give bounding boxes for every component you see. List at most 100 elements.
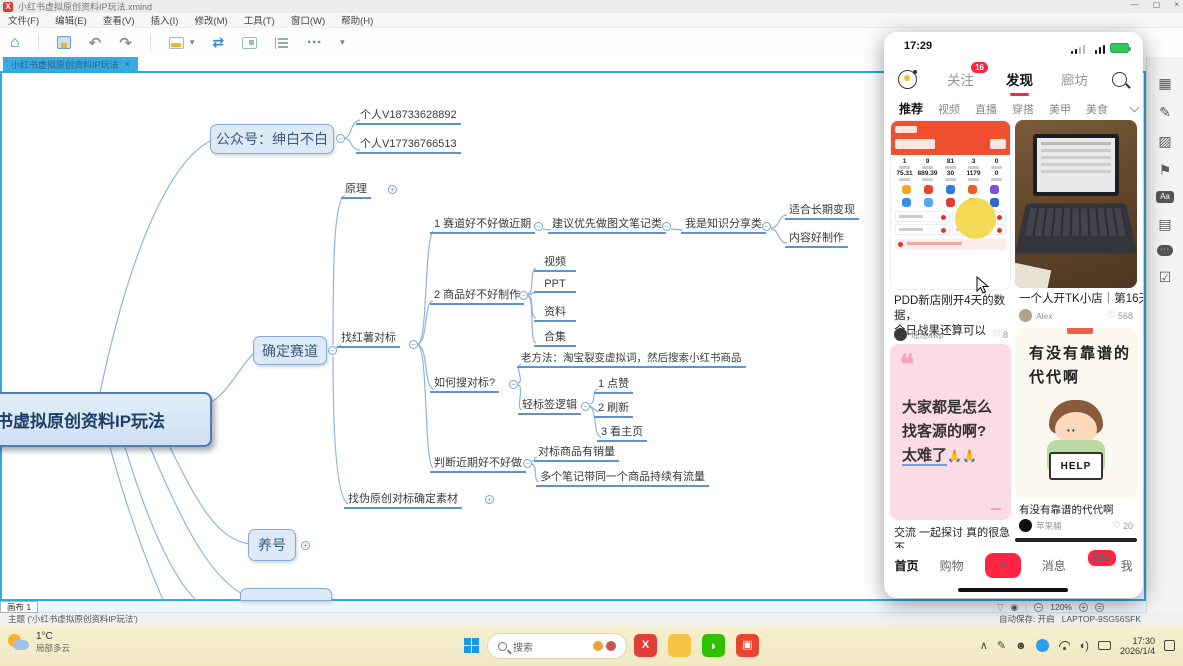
outline-icon[interactable] xyxy=(275,37,289,49)
mindmap-node-kanzhuye[interactable]: 3 看主页 xyxy=(597,423,647,442)
mindmap-node-zhishi[interactable]: 我是知识分享类 xyxy=(681,215,766,234)
feed-card-tk-image[interactable] xyxy=(1015,120,1137,288)
mindmap-node-shangpin[interactable]: 2 商品好不好制作 xyxy=(430,286,524,305)
document-tab[interactable]: 小红书虚拟原创资料IP玩法 × xyxy=(3,57,138,71)
expand-icon[interactable] xyxy=(301,541,310,550)
heart-icon[interactable]: ♡ xyxy=(1113,520,1121,531)
search-icon[interactable] xyxy=(1112,72,1127,87)
marker-flag-icon[interactable]: ⚑ xyxy=(1156,162,1174,178)
mindmap-node-gongzhonghao[interactable]: 公众号：绅白不白 xyxy=(210,124,334,154)
redo-icon[interactable]: ↷ xyxy=(119,34,132,52)
tab-live[interactable]: 直播 xyxy=(975,101,997,117)
nav-home[interactable]: 首页 xyxy=(895,557,919,574)
feed-card-pdd-image[interactable]: 198130 75.31889.393011790 xyxy=(890,120,1011,290)
mindmap-node-duibiao[interactable]: 对标商品有销量 xyxy=(534,443,619,462)
mindmap-node-ruhe[interactable]: 如何搜对标? xyxy=(430,374,499,393)
menu-file[interactable]: 文件(F) xyxy=(8,13,39,27)
tab-video[interactable]: 视频 xyxy=(938,101,960,117)
mindmap-node-panduan[interactable]: 判断近期好不好做 xyxy=(430,454,526,473)
feed-card-help-title[interactable]: 有没有靠谱的代代啊 xyxy=(1019,503,1137,518)
save-icon[interactable] xyxy=(57,36,71,49)
tab-outfit[interactable]: 穿搭 xyxy=(1012,101,1034,117)
start-button[interactable] xyxy=(464,638,479,653)
sheet-icon[interactable] xyxy=(169,37,184,49)
feed-card-tk-title[interactable]: 一个人开TK小店｜第16天 xyxy=(1019,292,1135,307)
people-icon[interactable]: ☻ xyxy=(1015,640,1027,652)
more-icon[interactable]: ··· xyxy=(307,34,322,51)
feed-card-pdd-author[interactable]: 瑶瑶awp ♡8 xyxy=(894,328,1008,341)
mindmap-node-shipin[interactable]: 视频 xyxy=(534,253,576,272)
wifi-icon[interactable] xyxy=(1058,641,1070,650)
sheet-tab[interactable]: 画布 1 xyxy=(0,601,38,613)
menu-view[interactable]: 查看(V) xyxy=(103,13,135,27)
mindmap-node-v2[interactable]: 个人V17736766513 xyxy=(356,135,461,154)
mindmap-node-shuaxin[interactable]: 2 刷新 xyxy=(594,399,633,418)
collapse-icon[interactable] xyxy=(762,222,771,231)
toolbar-dropdown-icon[interactable]: ▾ xyxy=(340,37,345,48)
tab-nails[interactable]: 美甲 xyxy=(1049,101,1071,117)
note-icon[interactable]: ▤ xyxy=(1156,216,1174,232)
tab-discover[interactable]: 发现 xyxy=(1006,69,1033,89)
pitch-mode-icon[interactable]: ◉ xyxy=(1011,602,1018,613)
tab-follow[interactable]: 关注 16 xyxy=(947,69,974,89)
menu-edit[interactable]: 编辑(E) xyxy=(55,13,87,27)
taskbar-app-xiaohongshu[interactable]: ▣ xyxy=(736,634,759,657)
collapse-icon[interactable] xyxy=(328,346,337,355)
zoom-fit-icon[interactable]: = xyxy=(1095,603,1104,612)
collapse-icon[interactable] xyxy=(581,402,590,411)
taskbar-search[interactable]: 搜索 xyxy=(487,633,627,659)
mindmap-node-zhaohongshu[interactable]: 找红薯对标 xyxy=(337,329,400,348)
expand-icon[interactable] xyxy=(388,185,397,194)
collapse-icon[interactable] xyxy=(409,340,418,349)
collapse-icon[interactable] xyxy=(519,291,528,300)
mindmap-node-changqi[interactable]: 适合长期变现 xyxy=(785,201,859,220)
notification-icon[interactable] xyxy=(1164,640,1175,651)
menu-help[interactable]: 帮助(H) xyxy=(341,13,373,27)
tray-app-icon[interactable] xyxy=(1036,639,1049,652)
mindmap-node-yanghao[interactable]: 养号 xyxy=(248,529,296,561)
mindmap-node-zhaowei[interactable]: 找伪原创对标确定素材 xyxy=(344,490,462,509)
relationship-icon[interactable]: ⇄ xyxy=(212,34,224,51)
menu-insert[interactable]: 插入(I) xyxy=(150,13,178,27)
mindmap-node-heji[interactable]: 合集 xyxy=(534,328,576,347)
comment-icon[interactable]: ··· xyxy=(1157,245,1173,256)
mindmap-node-ppt[interactable]: PPT xyxy=(534,278,576,293)
menu-tools[interactable]: 工具(T) xyxy=(244,13,275,27)
mindmap-node-duoge[interactable]: 多个笔记带同一个商品持续有流量 xyxy=(536,468,709,487)
taskbar-app-wechat[interactable]: ◗ xyxy=(702,634,725,657)
tray-expand-icon[interactable]: ∧ xyxy=(980,639,988,652)
minimize-button[interactable]: — xyxy=(1131,0,1139,9)
mindmap-root-topic[interactable]: 红书虚拟原创资料IP玩法 xyxy=(0,392,212,447)
summary-icon[interactable] xyxy=(242,37,257,49)
undo-icon[interactable]: ↶ xyxy=(89,34,102,52)
collapse-icon[interactable] xyxy=(662,222,671,231)
zoom-in-icon[interactable]: + xyxy=(1079,603,1088,612)
heart-icon[interactable]: ♡ xyxy=(993,329,1001,340)
zoom-out-icon[interactable]: − xyxy=(1034,603,1043,612)
mindmap-node-neirong[interactable]: 内容好制作 xyxy=(785,229,848,248)
mindmap-node-race[interactable]: 1 赛道好不好做近期 xyxy=(430,215,535,234)
mindmap-node-clipped[interactable] xyxy=(240,588,332,601)
chevron-down-icon[interactable] xyxy=(1130,102,1140,112)
feed-card-help-image[interactable]: 有没有靠谱的代代啊 HELP xyxy=(1015,328,1137,498)
keyboard-icon[interactable] xyxy=(1098,641,1111,650)
home-icon[interactable]: ⌂ xyxy=(10,34,20,52)
sheet-dropdown-icon[interactable]: ▾ xyxy=(190,37,195,48)
tab-food[interactable]: 美食 xyxy=(1086,101,1108,117)
feed-card-tk-author[interactable]: Alex ♡568 xyxy=(1019,309,1133,322)
tab-city[interactable]: 廊坊 xyxy=(1061,69,1088,89)
mindmap-node-dianzan[interactable]: 1 点赞 xyxy=(594,375,633,394)
menu-window[interactable]: 窗口(W) xyxy=(291,13,325,27)
mindmap-node-laofangfa[interactable]: 老方法：淘宝裂变虚拟词，然后搜索小红书商品 xyxy=(517,350,746,368)
nav-shop[interactable]: 购物 xyxy=(940,557,964,574)
collapse-icon[interactable] xyxy=(534,222,543,231)
image-icon[interactable]: ▨ xyxy=(1156,133,1174,149)
pen-icon[interactable]: ✎ xyxy=(997,639,1006,652)
publish-button[interactable]: + xyxy=(985,553,1021,578)
tab-recommend[interactable]: 推荐 xyxy=(899,100,923,117)
collapse-icon[interactable] xyxy=(509,380,518,389)
close-button[interactable]: × xyxy=(1174,0,1179,9)
phone-mirror-window[interactable]: 17:29 关注 16 发现 廊坊 推荐 视频 直播 穿搭 美甲 美食 1981… xyxy=(884,32,1143,598)
label-icon[interactable]: Aa xyxy=(1156,191,1174,203)
weather-widget[interactable]: 1°C 局部多云 xyxy=(8,631,70,654)
